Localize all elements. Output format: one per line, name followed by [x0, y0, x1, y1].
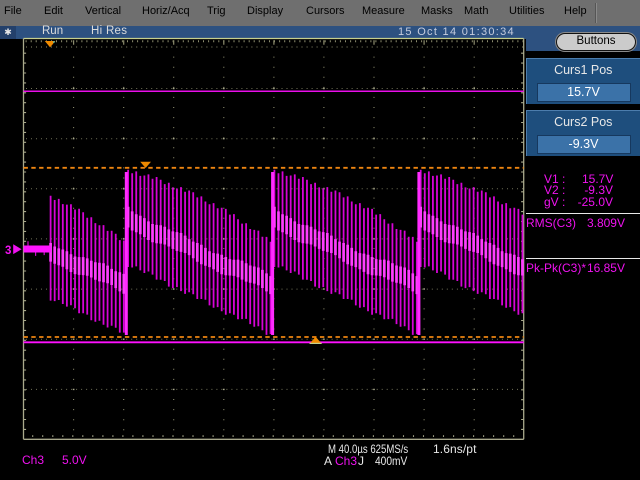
- svg-text:3: 3: [5, 245, 11, 257]
